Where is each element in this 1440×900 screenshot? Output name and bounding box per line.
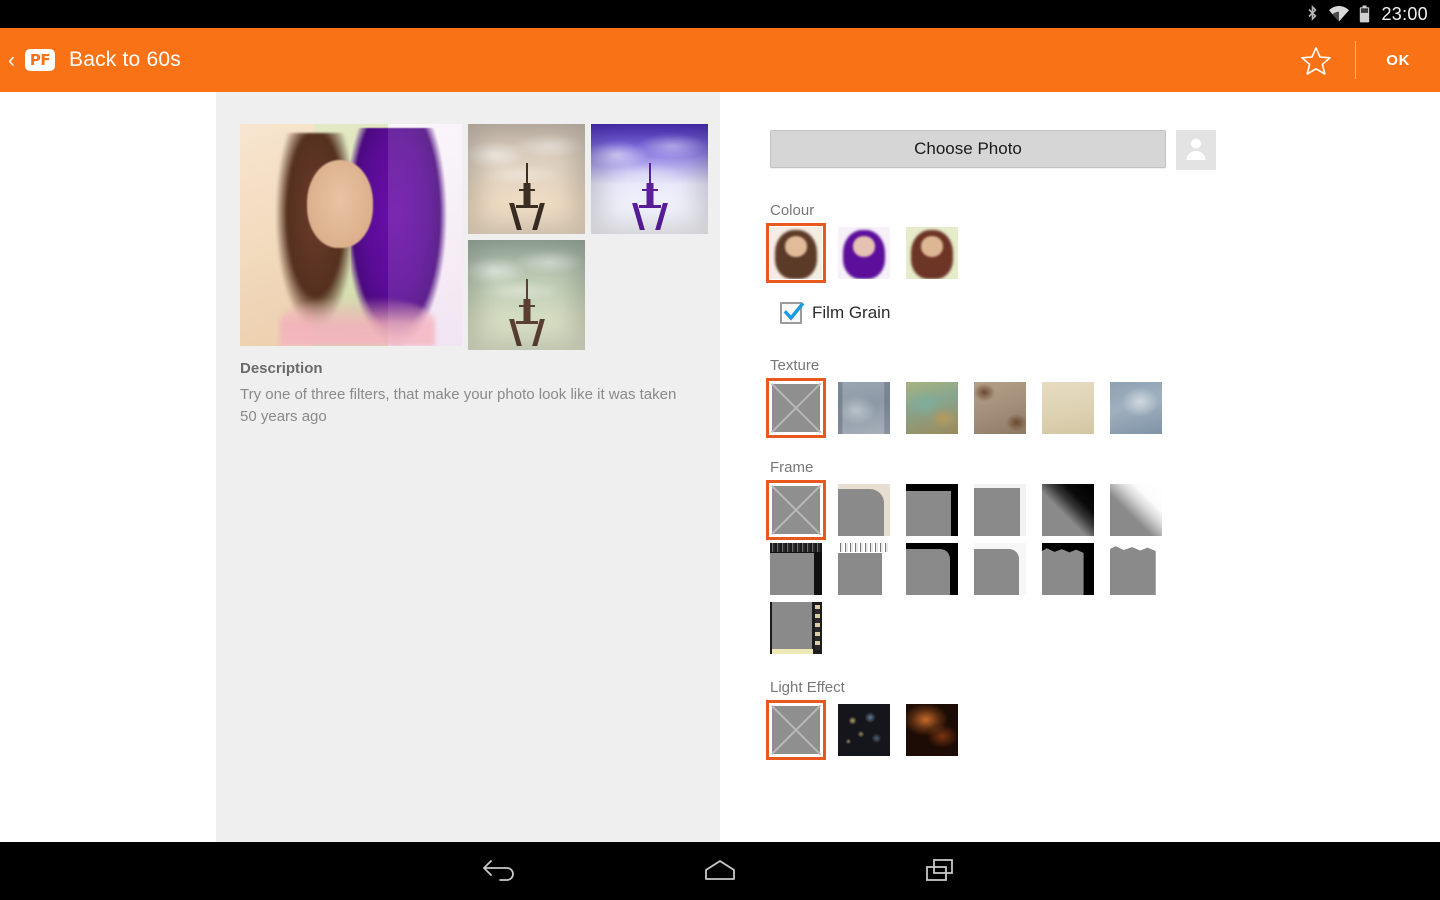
texture-swatch-none[interactable]	[770, 382, 822, 434]
preview-thumbnail-row-2	[468, 240, 708, 350]
frame-swatch-black-rounded[interactable]	[906, 543, 958, 595]
preview-thumbnail-column	[468, 124, 708, 350]
texture-section-label: Texture	[770, 357, 1162, 374]
frame-swatch-film-strip[interactable]	[770, 602, 822, 654]
film-grain-label: Film Grain	[812, 303, 890, 323]
texture-swatch-blue-clouds[interactable]	[1110, 382, 1162, 434]
light-effect-swatch-none[interactable]	[770, 704, 822, 756]
film-grain-checkbox-row[interactable]: Film Grain	[780, 302, 890, 324]
bluetooth-icon	[1306, 5, 1319, 23]
action-bar-title: Back to 60s	[69, 48, 181, 72]
choose-photo-button[interactable]: Choose Photo	[770, 130, 1166, 168]
texture-swatch-teal-grunge[interactable]	[906, 382, 958, 434]
thumb-vignette	[468, 240, 585, 350]
recents-icon[interactable]	[905, 851, 975, 891]
home-icon[interactable]	[685, 851, 755, 891]
eiffel-violet-thumbnail[interactable]	[591, 124, 708, 234]
thumb-vignette	[591, 124, 708, 234]
action-bar-actions: OK	[1277, 28, 1440, 92]
hero-veil	[388, 124, 462, 346]
light-effect-swatch-bokeh[interactable]	[838, 704, 890, 756]
colour-swatch-violet[interactable]	[838, 227, 890, 279]
light-effect-section-label: Light Effect	[770, 679, 958, 696]
frame-swatch-white-torn-top[interactable]	[838, 543, 890, 595]
description-text: Try one of three filters, that make your…	[240, 384, 680, 428]
section-light-effect: Light Effect	[770, 679, 958, 756]
frame-swatch-white-rounded[interactable]	[974, 543, 1026, 595]
frame-swatch-white-smoke[interactable]	[1110, 484, 1162, 536]
effect-preview-gallery	[240, 124, 708, 350]
texture-swatch-row	[770, 382, 1162, 434]
frame-swatch-black-border[interactable]	[906, 484, 958, 536]
effect-options-panel: Choose Photo Colour	[744, 92, 1440, 842]
pf-logo-icon: PF	[25, 49, 55, 71]
frame-swatch-none[interactable]	[770, 484, 822, 536]
choose-photo-row: Choose Photo	[770, 130, 1216, 170]
android-status-bar: 23:00	[0, 0, 1440, 28]
status-bar-clock: 23:00	[1379, 5, 1428, 23]
light-effect-swatch-row	[770, 704, 958, 756]
section-colour: Colour	[770, 202, 958, 279]
colour-section-label: Colour	[770, 202, 958, 219]
description-heading: Description	[240, 360, 323, 377]
frame-swatch-row-3	[770, 602, 1162, 654]
effect-info-panel: Description Try one of three filters, th…	[216, 92, 720, 842]
texture-swatch-blue-grey-canvas[interactable]	[838, 382, 890, 434]
app-action-bar: ‹ PF Back to 60s OK	[0, 28, 1440, 92]
frame-section-label: Frame	[770, 459, 1162, 476]
star-outline-icon[interactable]	[1277, 46, 1355, 75]
colour-swatch-row	[770, 227, 958, 279]
content-area: Description Try one of three filters, th…	[0, 92, 1440, 842]
colour-swatch-sepia[interactable]	[770, 227, 822, 279]
wifi-icon	[1328, 6, 1350, 23]
hero-preview-image[interactable]	[240, 124, 462, 346]
eiffel-green-thumbnail[interactable]	[468, 240, 585, 350]
chevron-left-icon: ‹	[6, 50, 17, 71]
android-navigation-bar	[0, 842, 1440, 900]
checkmark-icon	[780, 299, 806, 325]
frame-swatch-black-ragged[interactable]	[1042, 543, 1094, 595]
frame-swatch-row-1	[770, 484, 1162, 536]
film-grain-checkbox[interactable]	[780, 302, 802, 324]
back-to-app-button[interactable]: ‹ PF Back to 60s	[0, 28, 181, 92]
colour-swatch-green[interactable]	[906, 227, 958, 279]
thumb-vignette	[468, 124, 585, 234]
section-texture: Texture	[770, 357, 1162, 434]
section-frame: Frame	[770, 459, 1162, 654]
light-effect-swatch-warm-flare[interactable]	[906, 704, 958, 756]
avatar[interactable]	[1176, 130, 1216, 170]
app-screen: 23:00 ‹ PF Back to 60s OK	[0, 0, 1440, 900]
frame-swatch-row-2	[770, 543, 1162, 595]
back-icon[interactable]	[465, 851, 535, 891]
frame-swatch-white-border[interactable]	[974, 484, 1026, 536]
hero-face	[307, 160, 374, 249]
frame-swatch-black-torn-top[interactable]	[770, 543, 822, 595]
texture-swatch-beige-paper[interactable]	[1042, 382, 1094, 434]
person-icon	[1183, 135, 1209, 166]
battery-icon	[1359, 5, 1370, 23]
frame-swatch-cream-rounded[interactable]	[838, 484, 890, 536]
ok-button[interactable]: OK	[1356, 52, 1440, 69]
preview-thumbnail-row-1	[468, 124, 708, 234]
eiffel-sepia-thumbnail[interactable]	[468, 124, 585, 234]
frame-swatch-white-ragged[interactable]	[1110, 543, 1162, 595]
texture-swatch-brown-cracked[interactable]	[974, 382, 1026, 434]
frame-swatch-black-smoke[interactable]	[1042, 484, 1094, 536]
